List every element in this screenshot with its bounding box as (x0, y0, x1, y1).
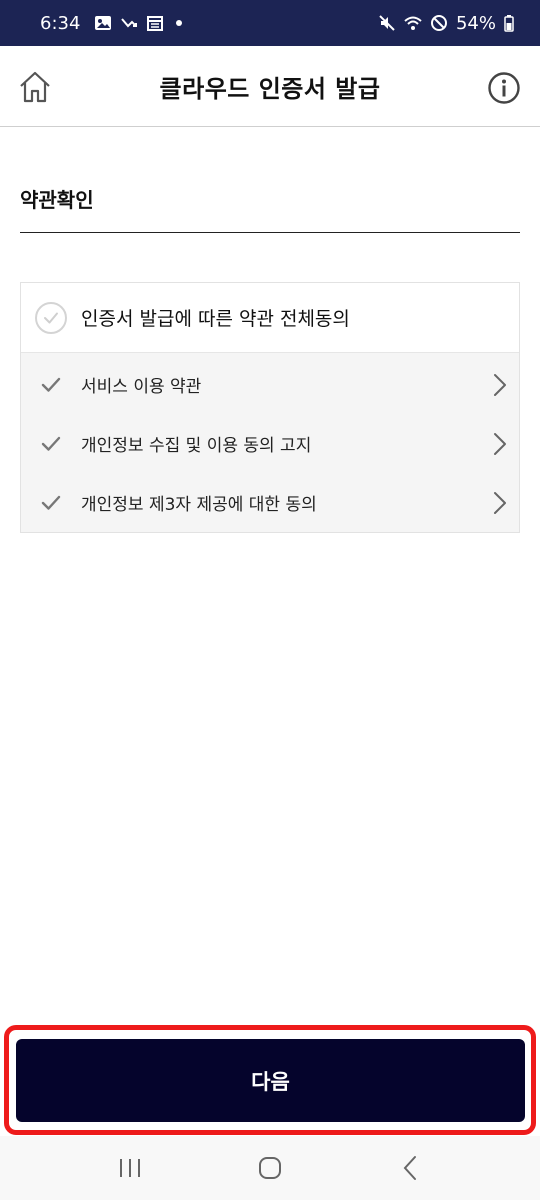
next-button[interactable]: 다음 (16, 1039, 525, 1122)
info-button[interactable] (486, 70, 522, 106)
check-icon (41, 436, 61, 451)
home-nav-button[interactable] (250, 1148, 290, 1188)
term-checkbox[interactable] (41, 434, 61, 454)
chevron-right-icon[interactable] (493, 491, 507, 515)
system-nav-bar (0, 1136, 540, 1200)
calendar-icon (146, 14, 164, 32)
image-icon (94, 14, 112, 32)
status-time: 6:34 (40, 12, 81, 34)
term-label: 개인정보 제3자 제공에 대한 동의 (81, 495, 317, 515)
term-label: 서비스 이용 약관 (81, 377, 202, 397)
chevron-right-icon[interactable] (493, 432, 507, 456)
home-icon (20, 71, 50, 103)
next-button-highlight: 다음 (4, 1025, 536, 1135)
battery-percent: 54% (455, 12, 496, 34)
page-title: 클라우드 인증서 발급 (159, 74, 381, 103)
agree-all-checkbox[interactable] (35, 301, 67, 334)
status-bar: 6:34 54% (0, 0, 540, 46)
check-icon (41, 495, 61, 510)
term-item-third-party[interactable]: 개인정보 제3자 제공에 대한 동의 (21, 473, 519, 532)
back-button[interactable] (390, 1148, 430, 1188)
check-icon (41, 377, 61, 392)
app-header: 클라우드 인증서 발급 (0, 46, 540, 127)
notification-dot-icon (176, 20, 183, 26)
battery-icon (504, 14, 514, 32)
recent-apps-icon (120, 1159, 140, 1177)
status-right: 54% (378, 13, 514, 34)
section-divider (20, 232, 520, 233)
check-icon (44, 312, 58, 323)
info-icon (488, 72, 520, 104)
term-item-service[interactable]: 서비스 이용 약관 (21, 355, 519, 414)
term-checkbox[interactable] (41, 375, 61, 395)
terms-card: 인증서 발급에 따른 약관 전체동의 서비스 이용 약관 개인정보 수집 및 이… (20, 282, 520, 533)
section-title: 약관확인 (20, 188, 94, 212)
term-item-privacy-collection[interactable]: 개인정보 수집 및 이용 동의 고지 (21, 414, 519, 473)
back-icon (403, 1156, 416, 1180)
chevron-right-icon[interactable] (493, 373, 507, 397)
agree-all-label: 인증서 발급에 따른 약관 전체동의 (81, 308, 350, 330)
term-label: 개인정보 수집 및 이용 동의 고지 (81, 436, 312, 456)
terms-list: 서비스 이용 약관 개인정보 수집 및 이용 동의 고지 개인정보 제3자 제공… (21, 353, 519, 532)
missed-call-icon (120, 14, 138, 32)
agree-all-row[interactable]: 인증서 발급에 따른 약관 전체동의 (21, 283, 519, 353)
status-left: 6:34 (40, 12, 183, 34)
do-not-disturb-icon (430, 14, 448, 32)
term-checkbox[interactable] (41, 493, 61, 513)
wifi-icon (404, 14, 422, 32)
mute-icon (378, 14, 396, 32)
home-button[interactable] (16, 68, 54, 106)
recent-apps-button[interactable] (110, 1148, 150, 1188)
home-nav-icon (259, 1157, 281, 1179)
